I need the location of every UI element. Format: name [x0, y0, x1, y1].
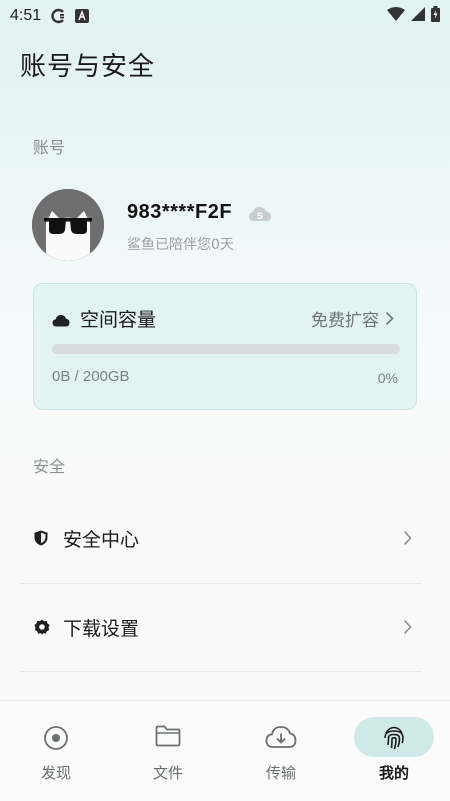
status-time: 4:51 — [10, 7, 42, 24]
storage-title: 空间容量 — [80, 309, 157, 331]
font-icon — [75, 9, 90, 23]
avatar-cat-icon — [32, 189, 104, 261]
cloud-icon — [52, 312, 70, 331]
nav-label-discover: 发现 — [40, 764, 71, 782]
chevron-right-icon — [403, 619, 412, 635]
menu-row-security-center[interactable]: 安全中心 — [20, 494, 422, 582]
fingerprint-icon — [382, 725, 406, 751]
download-settings-label: 下载设置 — [63, 617, 140, 640]
security-center-label: 安全中心 — [63, 528, 140, 551]
vip-cloud-badge-icon[interactable]: S — [248, 205, 272, 227]
divider — [20, 671, 422, 672]
chevron-right-icon — [385, 311, 394, 326]
svg-text:S: S — [257, 211, 263, 221]
status-bar: 4:51 — [0, 0, 450, 32]
chevron-right-icon — [403, 530, 412, 546]
nav-label-files: 文件 — [152, 764, 183, 782]
menu-row-download-settings[interactable]: 下载设置 — [20, 583, 422, 671]
bottom-nav: 发现 文件 传输 我的 — [0, 700, 450, 801]
nav-tab-transfer[interactable]: 传输 — [225, 701, 337, 801]
free-expand-link[interactable]: 免费扩容 — [311, 306, 394, 331]
storage-usage-text: 0B / 200GB — [52, 368, 130, 385]
cloud-download-icon — [265, 725, 297, 749]
account-section-label: 账号 — [33, 138, 66, 157]
security-section-label: 安全 — [33, 457, 66, 476]
folder-icon — [155, 725, 181, 747]
battery-icon — [431, 5, 440, 27]
companion-days-text: 鲨鱼已陪伴您0天 — [127, 237, 234, 253]
storage-card: 空间容量 免费扩容 0B / 200GB 0% — [33, 283, 417, 410]
free-expand-label: 免费扩容 — [311, 311, 379, 331]
wifi-icon — [387, 6, 405, 26]
page-title: 账号与安全 — [20, 52, 156, 82]
avatar[interactable] — [32, 189, 104, 261]
sync-icon — [51, 8, 67, 24]
signal-icon — [411, 6, 425, 26]
username: 983****F2F — [127, 201, 233, 223]
nav-tab-discover[interactable]: 发现 — [0, 701, 112, 801]
shield-icon — [34, 530, 50, 546]
nav-tab-files[interactable]: 文件 — [112, 701, 224, 801]
gear-icon — [34, 619, 50, 635]
storage-percent-text: 0% — [377, 370, 398, 386]
nav-label-transfer: 传输 — [265, 764, 296, 782]
nav-label-mine: 我的 — [378, 764, 409, 782]
discover-icon — [43, 725, 69, 751]
storage-progress-bar — [52, 344, 400, 354]
nav-tab-mine[interactable]: 我的 — [338, 701, 450, 801]
